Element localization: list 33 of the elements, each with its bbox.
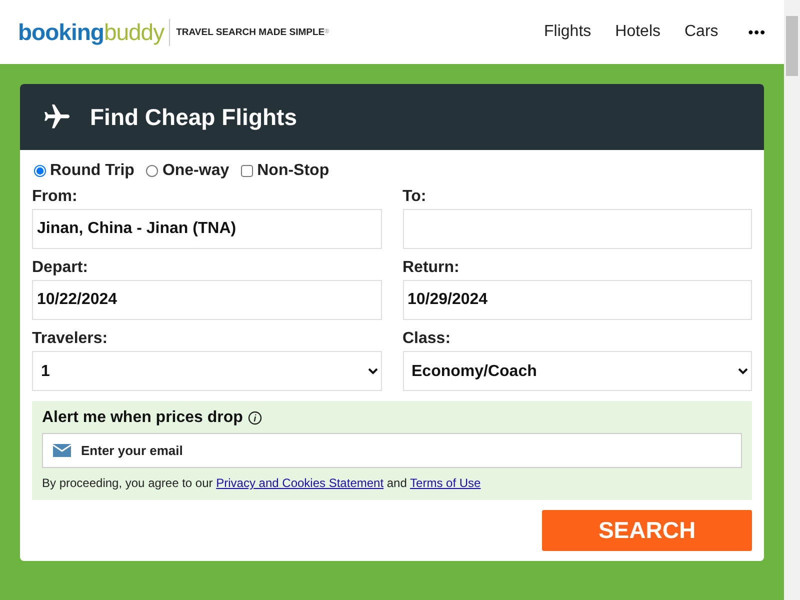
nav-link[interactable]: Cars — [684, 23, 718, 41]
radio-button[interactable] — [34, 165, 46, 177]
field-label: Return: — [402, 259, 460, 277]
field-label: To: — [402, 188, 428, 206]
select-field[interactable]: Economy/Coach — [402, 351, 752, 391]
card-title: Find Cheap Flights — [90, 104, 297, 130]
scrollbar[interactable] — [784, 0, 800, 600]
nav-link[interactable]: Flights — [544, 23, 592, 41]
select-field[interactable]: 1 — [32, 351, 382, 391]
field-label: From: — [32, 188, 78, 206]
field-label: Travelers: — [32, 330, 109, 348]
option-label: Non-Stop — [257, 162, 330, 180]
radio-button[interactable] — [146, 165, 158, 177]
option-label: One-way — [162, 162, 230, 180]
privacy-link[interactable]: Privacy and Cookies Statement — [216, 476, 384, 490]
logo-tagline: TRAVEL SEARCH MADE SIMPLE — [176, 26, 325, 38]
info-icon — [248, 411, 262, 425]
field-label: Class: — [402, 330, 452, 348]
checkbox[interactable] — [241, 165, 254, 177]
input-field[interactable]: 10/22/2024 — [32, 280, 382, 320]
logo[interactable]: bookingbuddy — [18, 18, 170, 46]
alert-title: Alert me when prices drop — [42, 409, 243, 427]
input-field[interactable]: Jinan, China - Jinan (TNA) — [32, 209, 382, 249]
more-menu-button[interactable]: ••• — [748, 24, 766, 40]
email-field[interactable]: Enter your email — [42, 433, 742, 468]
field-label: Depart: — [32, 259, 90, 277]
input-field[interactable] — [402, 209, 752, 249]
envelope-icon — [53, 444, 71, 457]
terms-link[interactable]: Terms of Use — [410, 476, 481, 490]
option-label: Round Trip — [50, 162, 134, 180]
input-field[interactable]: 10/29/2024 — [402, 280, 752, 320]
consent-text: By proceeding, you agree to our Privacy and Cookies Statement and Terms of Use — [42, 476, 482, 490]
nav-link[interactable]: Hotels — [615, 23, 660, 41]
